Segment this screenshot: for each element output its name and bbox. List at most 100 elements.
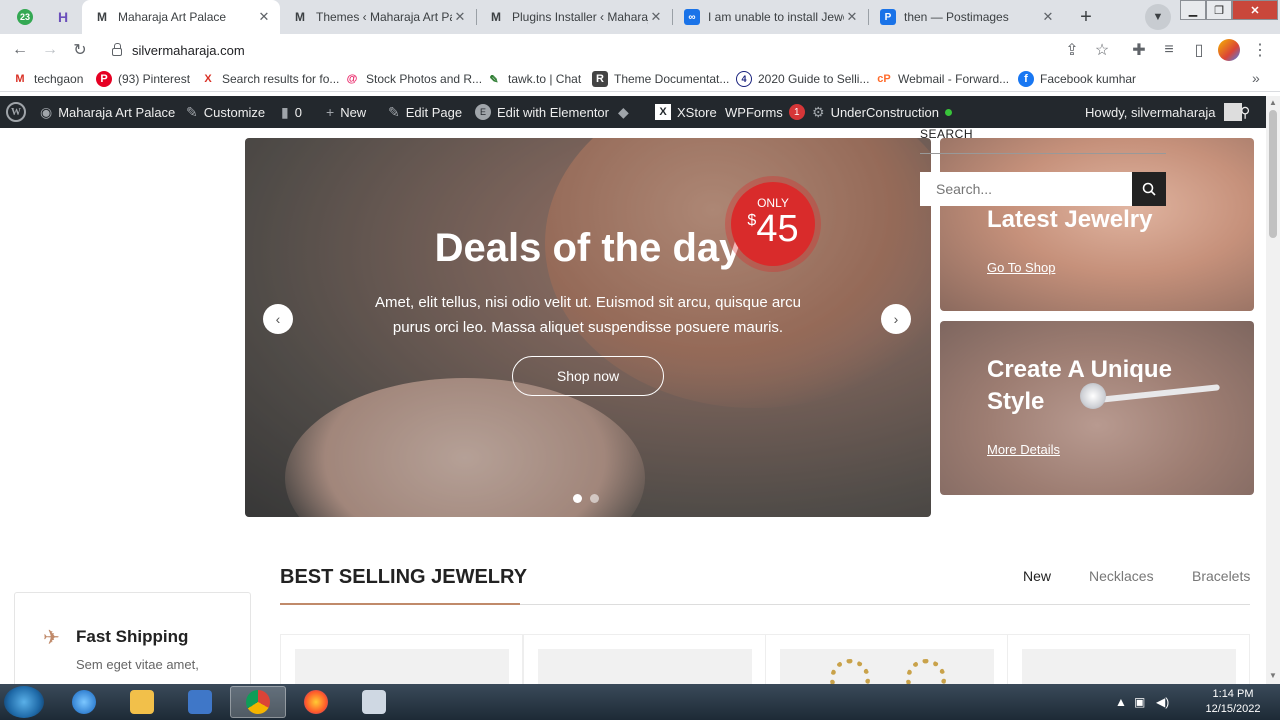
network-icon: ▣ <box>1134 695 1146 709</box>
reload-button[interactable]: ↻ <box>68 38 92 62</box>
page-scrollbar[interactable]: ▲ ▼ <box>1266 96 1280 684</box>
wp-site-name[interactable]: ◉ Maharaja Art Palace <box>40 96 175 128</box>
product-card[interactable] <box>765 634 1008 684</box>
maximize-button[interactable]: ❐ <box>1206 0 1232 20</box>
search-input[interactable] <box>920 172 1132 206</box>
side-panel-button[interactable]: ▯ <box>1187 38 1211 62</box>
taskbar-chrome[interactable] <box>230 686 286 718</box>
go-to-shop-link[interactable]: Go To Shop <box>987 260 1055 275</box>
slider-dot-2[interactable] <box>590 494 599 503</box>
tab-maharaja-art-palace[interactable]: M Maharaja Art Palace ✕ <box>82 0 280 34</box>
scrollbar-thumb[interactable] <box>1269 110 1277 238</box>
share-button[interactable]: ⇪ <box>1060 38 1084 62</box>
bookmark-2020-guide[interactable]: 4 2020 Guide to Selli... <box>736 70 869 88</box>
wp-comments[interactable]: ▮ 0 <box>281 96 302 128</box>
banner-title: Latest Jewelry <box>987 206 1153 233</box>
taskbar-firefox[interactable] <box>288 686 344 718</box>
wp-under-construction[interactable]: ⚙ UnderConstruction <box>812 96 952 128</box>
close-icon[interactable]: ✕ <box>1040 9 1056 25</box>
tab-search-button[interactable]: ▼ <box>1145 4 1171 30</box>
tray-network[interactable]: ▣ <box>1134 686 1145 718</box>
dashboard-icon: ◉ <box>40 103 53 120</box>
wp-edit-page[interactable]: ✎ Edit Page <box>388 96 462 128</box>
close-window-button[interactable]: ✕ <box>1232 0 1278 20</box>
wordpress-icon: W <box>6 102 26 122</box>
bookmark-tawk[interactable]: ✎ tawk.to | Chat <box>486 70 581 88</box>
close-icon[interactable]: ✕ <box>452 9 468 25</box>
forward-button[interactable]: → <box>38 38 62 62</box>
bookmark-star-button[interactable]: ☆ <box>1090 38 1114 62</box>
wp-edit-elementor[interactable]: E Edit with Elementor <box>475 96 609 128</box>
product-card[interactable] <box>523 634 766 684</box>
tab-plugins-installer[interactable]: M Plugins Installer ‹ Maharaja ✕ <box>476 0 672 34</box>
bookmark-techgaon[interactable]: Mtechgaon <box>12 70 83 88</box>
more-details-link[interactable]: More Details <box>987 442 1060 457</box>
close-icon[interactable]: ✕ <box>844 9 860 25</box>
bookmark-stock-photos[interactable]: @ Stock Photos and R... <box>344 70 482 88</box>
bookmarks-bar: Mtechgaon P (93) Pinterest X Search result… <box>0 66 1280 92</box>
wp-search[interactable]: ⚲ <box>1240 96 1256 128</box>
m-logo-icon: M <box>97 10 107 24</box>
close-icon[interactable]: ✕ <box>648 9 664 25</box>
slider-prev-button[interactable]: ‹ <box>263 304 293 334</box>
taskbar-ie[interactable] <box>56 686 112 718</box>
tab-new[interactable]: New <box>1023 568 1051 584</box>
taskbar-explorer[interactable] <box>114 686 170 718</box>
tray-volume[interactable]: ◀) <box>1156 686 1169 718</box>
scroll-down-icon[interactable]: ▼ <box>1269 671 1277 680</box>
tray-show-hidden[interactable]: ▲ <box>1115 686 1127 718</box>
shop-now-button[interactable]: Shop now <box>512 356 664 396</box>
wp-howdy[interactable]: Howdy, silvermaharaja <box>1085 96 1242 128</box>
bookmark-search-results[interactable]: X Search results for fo... <box>200 70 339 88</box>
wpforms-badge: 1 <box>788 104 805 120</box>
extensions-button[interactable]: ✚ <box>1127 38 1151 62</box>
pinned-tab-2[interactable]: H <box>44 3 82 31</box>
banner-title: Create A Unique Style <box>987 356 1172 415</box>
product-image <box>538 649 752 684</box>
minimize-button[interactable]: ▁ <box>1180 0 1206 20</box>
back-button[interactable]: ← <box>8 38 32 62</box>
media-player-icon <box>188 690 212 714</box>
spiral-icon: @ <box>346 73 358 85</box>
product-image <box>295 649 509 684</box>
wp-diamond[interactable]: ◆ <box>618 96 635 128</box>
pencil-icon: ✎ <box>388 103 400 120</box>
taskbar-calculator[interactable] <box>346 686 402 718</box>
product-card[interactable] <box>1007 634 1250 684</box>
tab-strip: 23 H M Maharaja Art Palace ✕ M Themes ‹ … <box>0 0 1280 34</box>
pinned-tab-1[interactable]: 23 <box>6 3 44 31</box>
slider-dot-1[interactable] <box>573 494 582 503</box>
product-image <box>1022 649 1236 684</box>
tab-bracelets[interactable]: Bracelets <box>1192 568 1250 584</box>
slider-next-button[interactable]: › <box>881 304 911 334</box>
taskbar-media[interactable] <box>172 686 228 718</box>
wp-customize[interactable]: ✎ Customize <box>186 96 265 128</box>
tab-unable-to-install[interactable]: ∞ I am unable to install Jewel ✕ <box>672 0 868 34</box>
minimize-icon: ▁ <box>1188 4 1198 17</box>
scroll-up-icon[interactable]: ▲ <box>1269 98 1277 107</box>
bookmark-pinterest[interactable]: P (93) Pinterest <box>96 70 190 88</box>
bookmark-theme-docs[interactable]: R Theme Documentat... <box>592 70 729 88</box>
product-card[interactable] <box>280 634 523 684</box>
more-bookmarks-chevron-icon[interactable]: » <box>1252 70 1260 86</box>
puzzle-icon: ✚ <box>1132 42 1146 59</box>
start-button[interactable] <box>4 686 44 718</box>
wp-xstore[interactable]: X XStore <box>655 96 717 128</box>
infinity-icon: ∞ <box>684 9 700 25</box>
tab-themes[interactable]: M Themes ‹ Maharaja Art Pala ✕ <box>280 0 476 34</box>
media-button[interactable]: ≡ <box>1157 38 1181 62</box>
profile-avatar[interactable] <box>1218 39 1240 61</box>
taskbar-clock[interactable]: 1:14 PM 12/15/2022 <box>1200 687 1266 717</box>
tab-necklaces[interactable]: Necklaces <box>1089 568 1154 584</box>
search-submit-button[interactable] <box>1132 172 1166 206</box>
wp-logo-menu[interactable]: W <box>6 96 26 128</box>
wp-new[interactable]: + New <box>326 96 366 128</box>
menu-button[interactable]: ⋮ <box>1248 38 1272 62</box>
wp-wpforms[interactable]: WPForms 1 <box>725 96 805 128</box>
tab-postimages[interactable]: P then — Postimages ✕ <box>868 0 1064 34</box>
address-bar[interactable]: silvermaharaja.com <box>100 37 1120 63</box>
new-tab-button[interactable]: + <box>1072 3 1100 31</box>
bookmark-facebook[interactable]: f Facebook kumhar <box>1018 70 1136 88</box>
bookmark-webmail[interactable]: cP Webmail - Forward... <box>876 70 1009 88</box>
close-icon[interactable]: ✕ <box>256 9 272 25</box>
